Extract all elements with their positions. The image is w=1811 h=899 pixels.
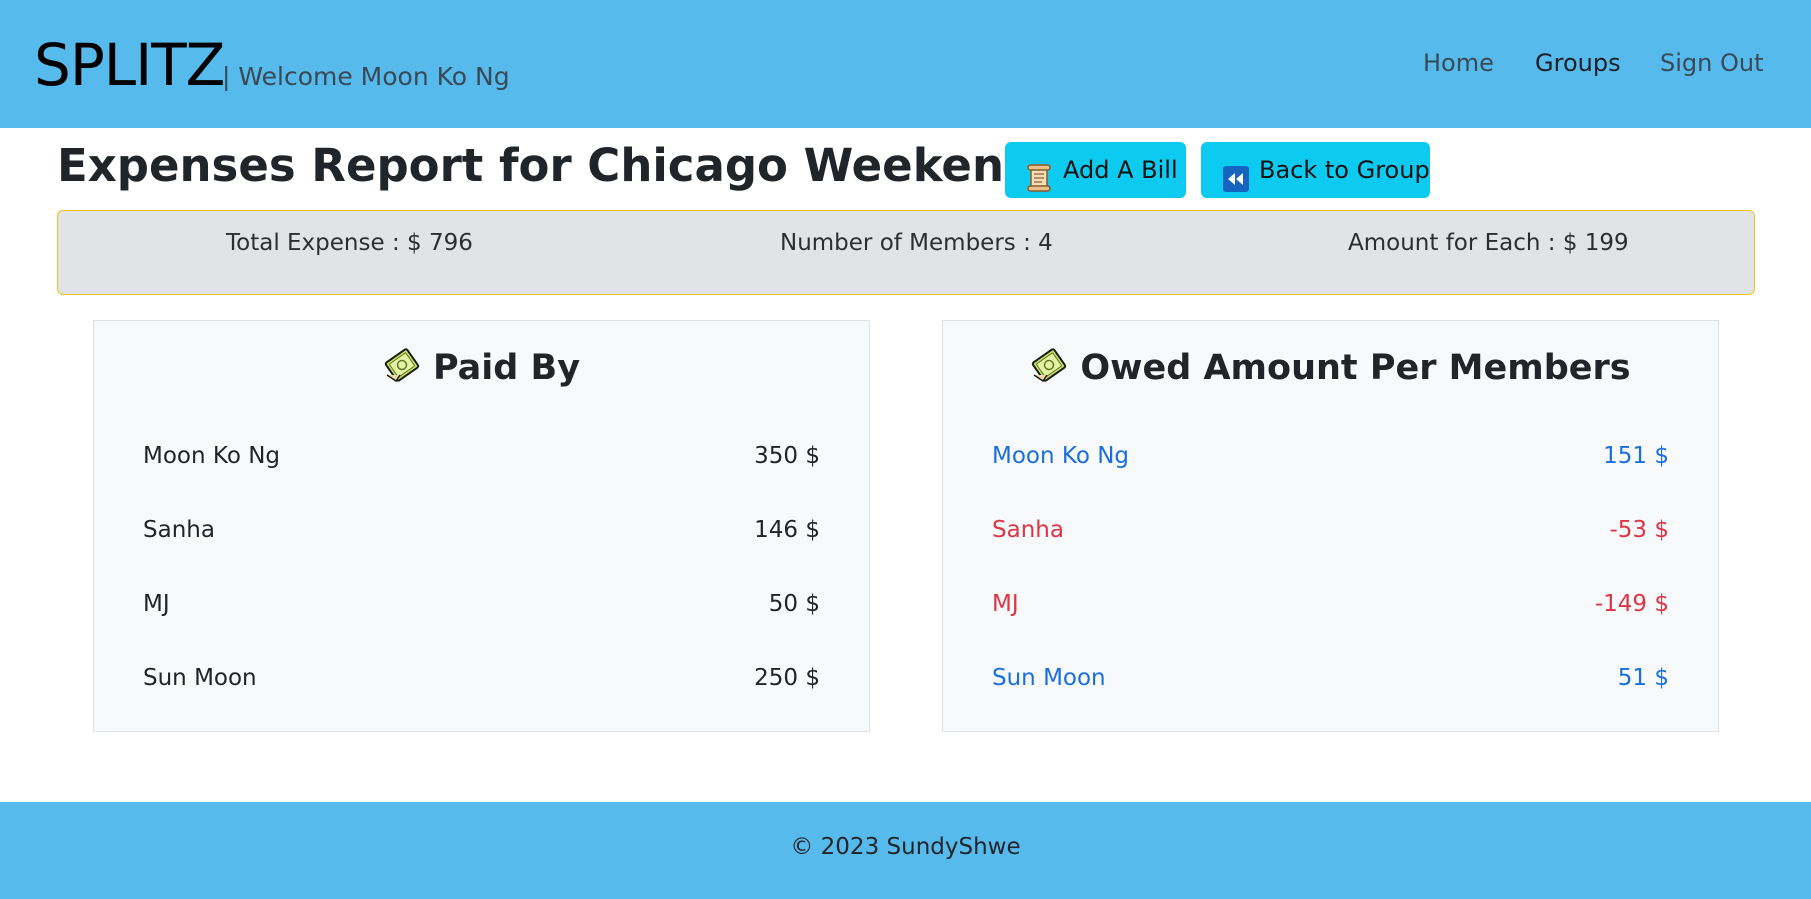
owed-amount: 51 $ (1617, 665, 1669, 691)
total-expense: Total Expense : $ 796 (226, 230, 473, 256)
paid-amount: 50 $ (768, 591, 820, 617)
brand-logo[interactable]: SPLITZ (34, 34, 225, 96)
expense-summary: Total Expense : $ 796 Number of Members … (57, 210, 1755, 295)
back-to-group-label: Back to Group (1259, 156, 1430, 184)
owed-amount: -149 $ (1594, 591, 1669, 617)
paid-by-title-text: Paid By (432, 348, 581, 388)
paid-amount: 146 $ (754, 517, 820, 543)
paid-by-title: Paid By (94, 343, 869, 393)
paid-by-card: Paid By Moon Ko Ng 350 $ Sanha 146 $ MJ … (93, 320, 870, 732)
paid-amount: 250 $ (754, 665, 820, 691)
nav-sign-out-link[interactable]: Sign Out (1660, 48, 1764, 78)
copyright-text: © 2023 SundyShwe (790, 834, 1021, 860)
list-item: MJ -149 $ (992, 586, 1669, 622)
member-name: Sun Moon (143, 665, 257, 691)
member-name: Moon Ko Ng (143, 443, 281, 469)
owed-title-text: Owed Amount Per Members (1080, 348, 1631, 388)
member-name: Sun Moon (992, 665, 1106, 691)
add-bill-button[interactable]: Add A Bill (1005, 142, 1186, 198)
scroll-icon (1027, 156, 1051, 192)
member-name: MJ (992, 591, 1019, 617)
list-item: Sun Moon 51 $ (992, 660, 1669, 696)
member-name: Sanha (992, 517, 1064, 543)
member-count: Number of Members : 4 (780, 230, 1053, 256)
member-name: Sanha (143, 517, 215, 543)
list-item: Moon Ko Ng 151 $ (992, 438, 1669, 474)
nav-home-link[interactable]: Home (1423, 48, 1494, 78)
list-item: Moon Ko Ng 350 $ (143, 438, 820, 474)
list-item: MJ 50 $ (143, 586, 820, 622)
add-bill-label: Add A Bill (1063, 156, 1178, 184)
money-icon (383, 345, 421, 385)
owed-amount: 151 $ (1603, 443, 1669, 469)
list-item: Sun Moon 250 $ (143, 660, 820, 696)
owed-title: Owed Amount Per Members (943, 343, 1718, 393)
list-item: Sanha 146 $ (143, 512, 820, 548)
member-name: MJ (143, 591, 170, 617)
rewind-icon (1223, 156, 1249, 192)
page-title: Expenses Report for Chicago Weekend Trip (57, 139, 1148, 192)
paid-amount: 350 $ (754, 443, 820, 469)
owed-amount: -53 $ (1609, 517, 1669, 543)
footer: © 2023 SundyShwe (0, 802, 1811, 899)
member-name: Moon Ko Ng (992, 443, 1130, 469)
amount-each: Amount for Each : $ 199 (1348, 230, 1629, 256)
owed-amount-card: Owed Amount Per Members Moon Ko Ng 151 $… (942, 320, 1719, 732)
top-navbar: SPLITZ | Welcome Moon Ko Ng Home Groups … (0, 0, 1811, 128)
money-icon (1030, 345, 1068, 385)
back-to-group-button[interactable]: Back to Group (1201, 142, 1430, 198)
welcome-text: | Welcome Moon Ko Ng (222, 62, 510, 91)
nav-groups-link[interactable]: Groups (1535, 48, 1621, 78)
list-item: Sanha -53 $ (992, 512, 1669, 548)
